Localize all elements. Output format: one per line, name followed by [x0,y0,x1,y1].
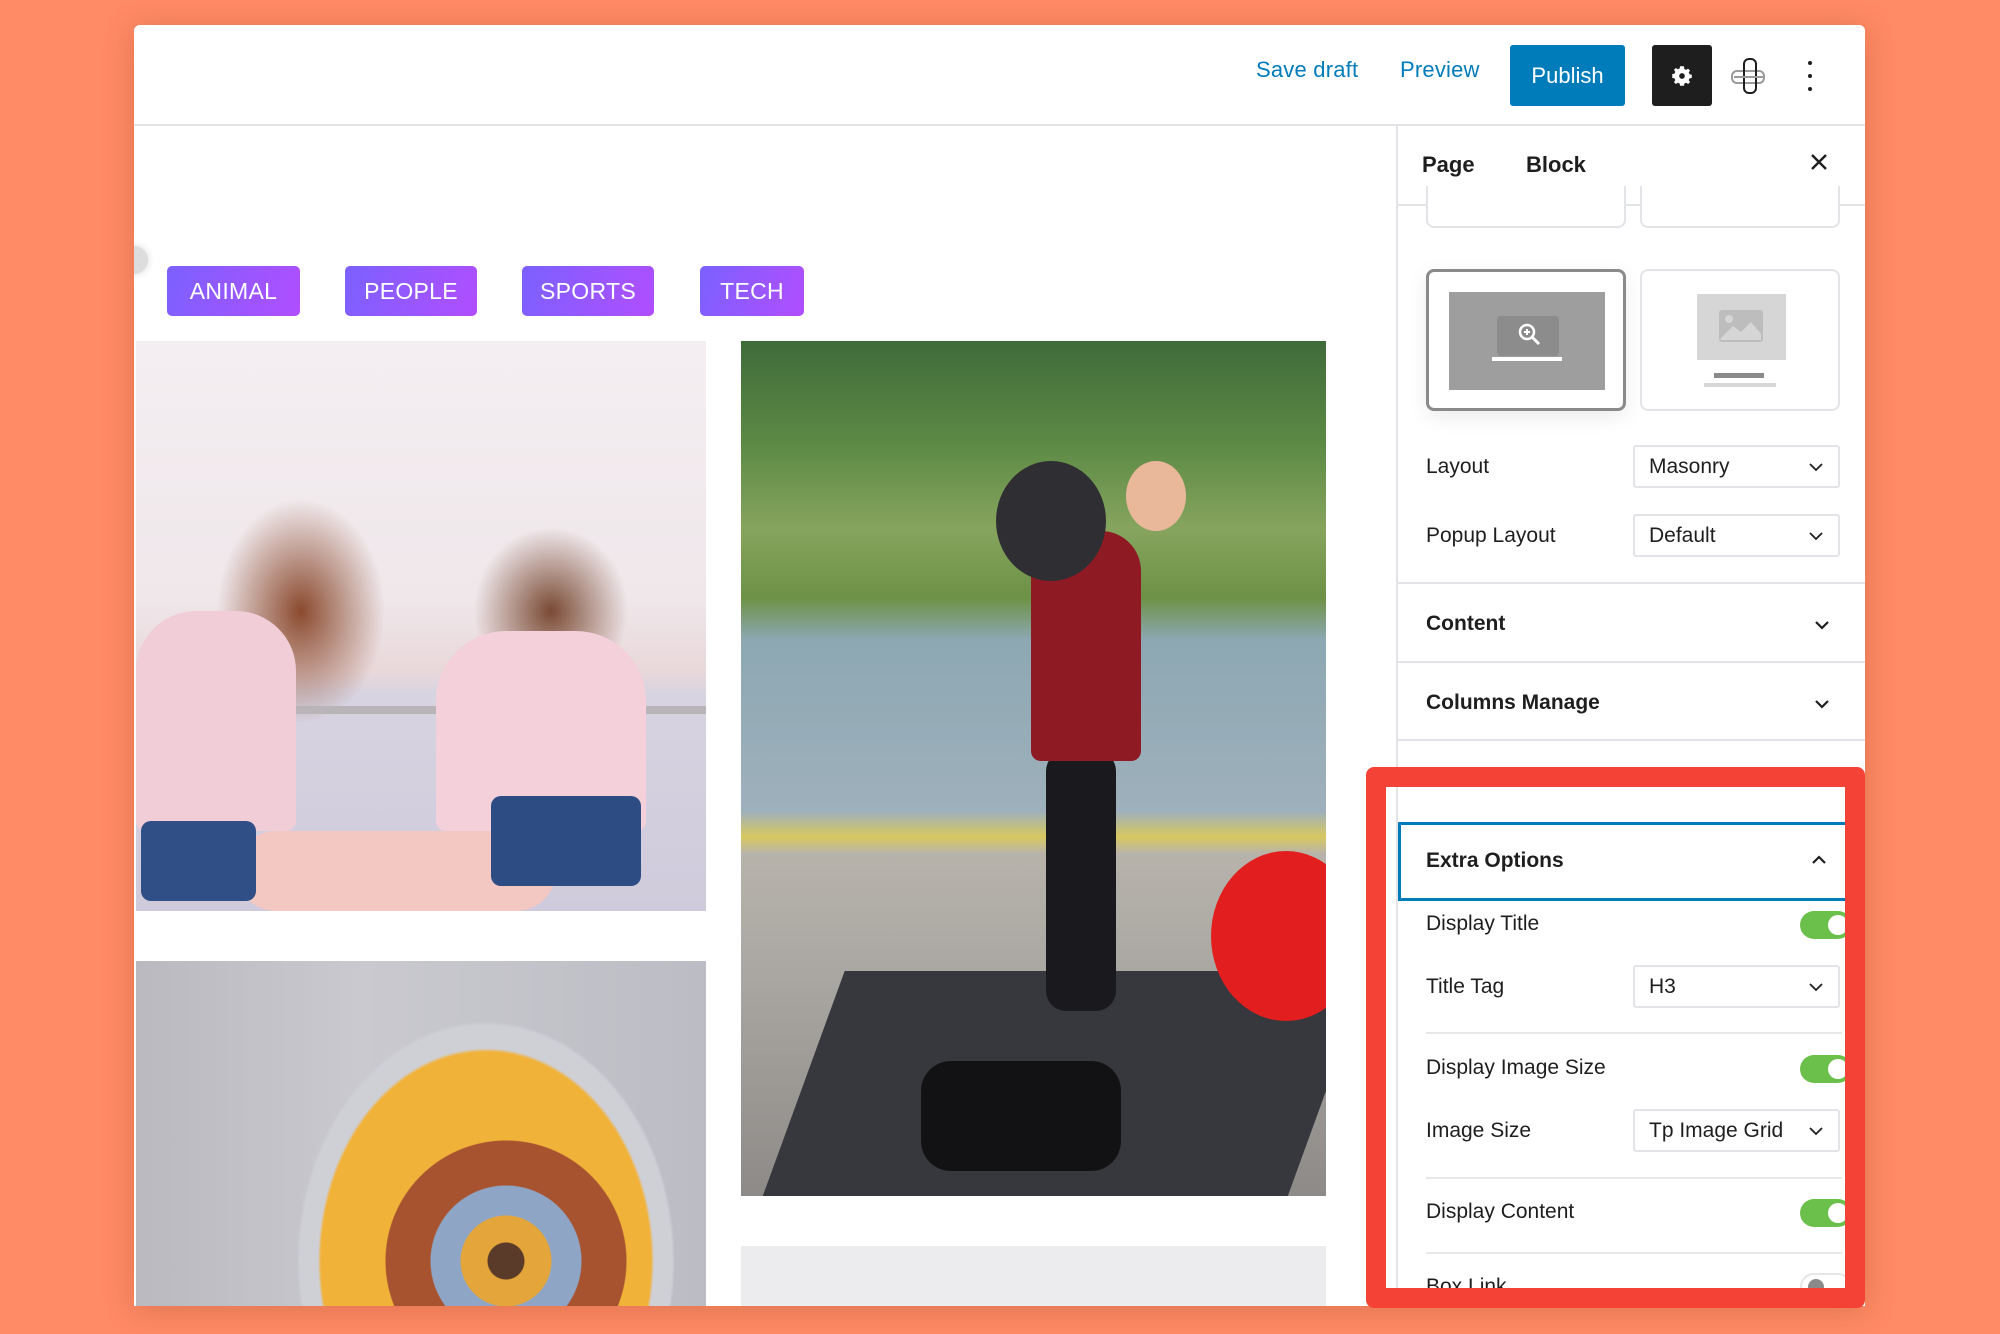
chevron-down-icon [1809,463,1823,472]
popup-layout-select[interactable]: Default [1633,514,1840,557]
display-title-label: Display Title [1426,912,1540,935]
divider [1398,582,1865,584]
gallery-image-partial[interactable] [741,1246,1326,1306]
save-draft-button[interactable]: Save draft [1256,57,1358,83]
ellipsis-dot [1808,87,1812,91]
box-link-label: Box Link [1426,1275,1507,1298]
popup-layout-select-value: Default [1649,523,1716,547]
divider [1398,739,1865,741]
settings-sidebar: Page Block Layout Masonry Popup Layout D… [1396,126,1865,1306]
style-thumbnail [1697,294,1786,360]
style-card-partial[interactable] [1426,186,1626,228]
panel-columns-manage-title[interactable]: Columns Manage [1426,691,1600,715]
image-size-select[interactable]: Tp Image Grid [1633,1109,1840,1152]
gear-icon [1672,65,1692,86]
style-card-partial[interactable] [1640,186,1840,228]
layout-label: Layout [1426,455,1490,478]
layout-select[interactable]: Masonry [1633,445,1840,488]
preview-button[interactable]: Preview [1400,57,1480,83]
caption-line [1714,373,1764,378]
block-drag-handle[interactable] [134,246,148,274]
editor-window: Save draft Preview Publish ANIMAL PEOPLE [134,25,1865,1306]
chevron-down-icon [1809,1127,1823,1136]
tab-block[interactable]: Block [1526,152,1586,178]
photo-detail [921,1061,1121,1171]
close-sidebar-button[interactable] [1807,150,1831,174]
filter-button-people[interactable]: PEOPLE [345,266,477,316]
image-size-label: Image Size [1426,1119,1532,1142]
layout-select-value: Masonry [1649,454,1730,478]
style-card-caption[interactable] [1640,269,1840,411]
divider [1426,1177,1842,1179]
plugin-logo-icon[interactable] [1726,53,1774,101]
chevron-down-icon [1809,983,1823,992]
panel-content-title[interactable]: Content [1426,612,1505,636]
editor-header: Save draft Preview Publish [134,25,1865,126]
box-link-toggle[interactable] [1800,1273,1852,1301]
gallery-image-people[interactable] [136,341,706,911]
popup-layout-label: Popup Layout [1426,524,1556,547]
photo-detail [491,796,641,886]
photo-detail [1046,751,1116,1011]
style-card-lightbox[interactable] [1426,269,1626,411]
tab-page[interactable]: Page [1422,152,1475,178]
more-options-button[interactable] [1800,55,1820,97]
settings-button[interactable] [1652,45,1712,106]
photo-detail [996,461,1106,581]
photo-detail [141,821,256,901]
photo-detail [136,611,296,831]
publish-button[interactable]: Publish [1510,45,1625,106]
divider [1426,1252,1842,1254]
chevron-down-icon[interactable] [1813,695,1831,713]
ellipsis-dot [1808,74,1812,78]
editor-canvas: ANIMAL PEOPLE SPORTS TECH [134,126,1396,1306]
style-thumbnail [1449,292,1605,390]
vertical-ellipsis-icon [1808,61,1812,65]
gallery-image-staircase[interactable] [136,961,706,1306]
chevron-down-icon[interactable] [1813,616,1831,634]
zoom-image-icon [1492,316,1562,361]
chevron-down-icon[interactable] [1813,773,1831,791]
display-image-size-label: Display Image Size [1426,1056,1606,1079]
gallery-image-sports[interactable] [741,341,1326,1196]
filter-button-tech[interactable]: TECH [700,266,804,316]
image-size-select-value: Tp Image Grid [1649,1118,1784,1142]
divider [1398,661,1865,663]
panel-extra-options-title: Extra Options [1426,849,1564,872]
image-placeholder-icon [1719,310,1763,342]
filter-button-sports[interactable]: SPORTS [522,266,654,316]
panel-extra-options-header[interactable]: Extra Options [1398,822,1865,901]
close-icon [1811,154,1827,170]
photo-detail [1126,461,1186,531]
title-tag-select-value: H3 [1649,974,1676,998]
display-content-label: Display Content [1426,1200,1575,1223]
filter-button-animal[interactable]: ANIMAL [167,266,300,316]
display-image-size-toggle[interactable] [1800,1055,1852,1083]
divider [1426,1032,1842,1034]
panel-filters-title[interactable]: Filters [1426,769,1489,793]
title-tag-label: Title Tag [1426,975,1505,998]
caption-line [1704,383,1776,387]
resize-handle[interactable] [1367,1048,1381,1066]
chevron-up-icon [1812,855,1826,864]
title-tag-select[interactable]: H3 [1633,965,1840,1008]
display-title-toggle[interactable] [1800,911,1852,939]
chevron-down-icon [1809,532,1823,541]
display-content-toggle[interactable] [1800,1199,1852,1227]
